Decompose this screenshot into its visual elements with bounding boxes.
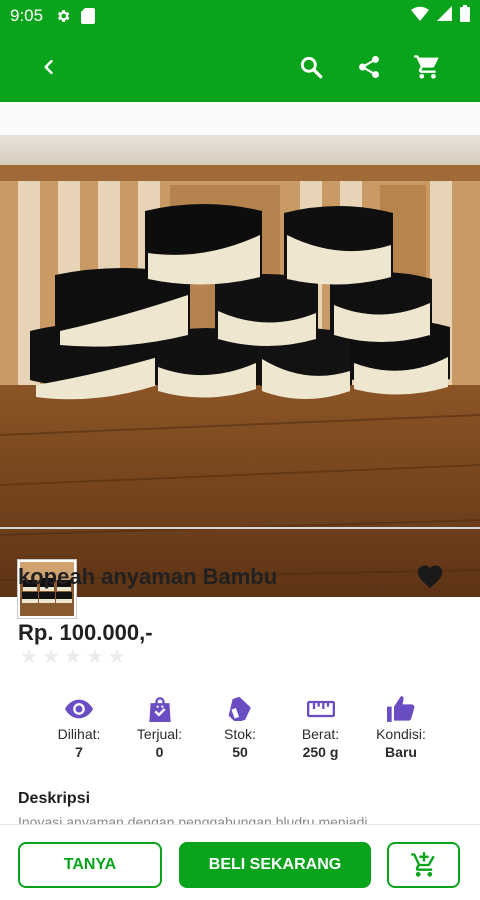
- gear-icon: [55, 8, 71, 24]
- divider: [0, 527, 480, 529]
- cart-button[interactable]: [406, 46, 448, 88]
- back-button[interactable]: [28, 46, 70, 88]
- favorite-button[interactable]: [416, 563, 444, 589]
- wifi-icon: [411, 6, 429, 26]
- cart-icon: [414, 55, 439, 79]
- stat-value: 50: [232, 744, 248, 760]
- stat-value: 250 g: [302, 744, 339, 760]
- product-stats: Dilihat: 7 Terjual: 0 Stok: 50 Berat: 25…: [40, 694, 440, 760]
- stat-label: Dilihat:: [57, 726, 101, 742]
- description-heading: Deskripsi: [18, 790, 91, 807]
- status-bar: 9:05: [0, 0, 480, 32]
- stat-label: Stok:: [224, 726, 256, 742]
- stat-weight: Berat: 250 g: [282, 694, 360, 760]
- product-price: Rp. 100.000,-: [18, 620, 153, 645]
- stat-condition: Kondisi: Baru: [362, 694, 440, 760]
- thumbs-up-icon: [387, 694, 415, 724]
- stat-value: 0: [155, 744, 164, 760]
- stat-sold: Terjual: 0: [121, 694, 199, 760]
- signal-icon: [437, 6, 452, 26]
- back-icon: [44, 59, 53, 75]
- stat-value: 7: [75, 744, 83, 760]
- app-bar: [0, 32, 480, 102]
- battery-icon: [460, 5, 470, 27]
- search-button[interactable]: [290, 46, 332, 88]
- stat-stock: Stok: 50: [201, 694, 279, 760]
- bottom-action-bar: TANYA BELI SEKARANG: [0, 824, 480, 900]
- stat-label: Kondisi:: [376, 726, 426, 742]
- ruler-icon: [306, 694, 335, 724]
- add-to-cart-button[interactable]: [387, 842, 460, 888]
- stat-value: Baru: [385, 744, 417, 760]
- description-text: Inovasi anyaman dengan penggabungan blud…: [18, 814, 368, 824]
- shopping-bag-icon: [148, 694, 172, 724]
- ask-button[interactable]: TANYA: [18, 842, 162, 888]
- eye-icon: [65, 694, 93, 724]
- sim-card-icon: [81, 8, 96, 24]
- search-icon: [300, 56, 323, 79]
- star-icon: ★: [20, 646, 38, 668]
- add-to-cart-icon: [410, 852, 435, 877]
- share-button[interactable]: [348, 46, 390, 88]
- star-icon: ★: [63, 646, 82, 668]
- stat-label: Berat:: [301, 726, 340, 742]
- product-title: kopeah anyaman Bambu: [18, 564, 278, 589]
- buy-now-button[interactable]: BELI SEKARANG: [179, 842, 371, 888]
- star-icon: ★: [41, 646, 60, 668]
- heart-icon: [417, 565, 443, 589]
- star-icon: ★: [107, 646, 126, 668]
- stat-label: Terjual:: [136, 726, 183, 742]
- product-gallery: [0, 102, 480, 618]
- share-icon: [359, 55, 379, 79]
- stat-views: Dilihat: 7: [40, 694, 118, 760]
- star-icon: ★: [85, 646, 104, 668]
- rating-stars: ★ ★ ★ ★ ★: [20, 647, 126, 667]
- stock-tag-icon: [227, 694, 253, 724]
- status-time: 9:05: [10, 6, 44, 25]
